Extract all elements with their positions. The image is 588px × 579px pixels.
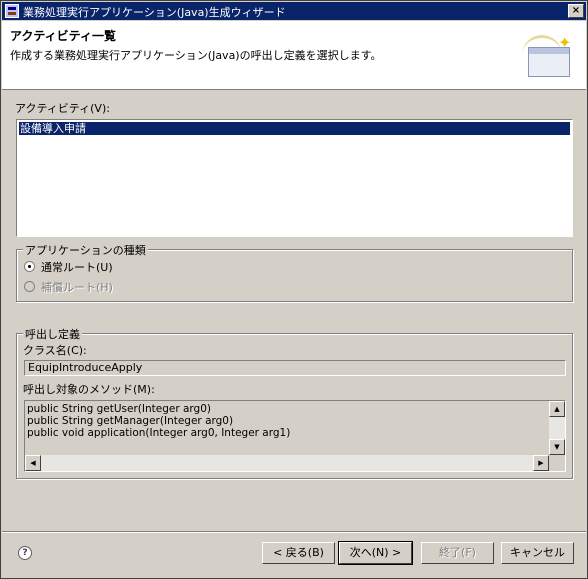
app-type-title: アプリケーションの種類: [23, 242, 148, 258]
method-line: public String getUser(Integer arg0): [27, 403, 211, 415]
class-name-label: クラス名(C):: [23, 344, 87, 357]
method-list[interactable]: public String getUser(Integer arg0) publ…: [24, 400, 566, 472]
scroll-corner: [549, 455, 565, 471]
page-description: 作成する業務処理実行アプリケーション(Java)の呼出し定義を選択します。: [10, 49, 382, 62]
normal-route-radio[interactable]: [24, 261, 35, 272]
wizard-window: 業務処理実行アプリケーション(Java)生成ウィザード × アクティビティ一覧 …: [0, 0, 588, 579]
class-name-field[interactable]: EquipIntroduceApply: [24, 360, 566, 376]
vertical-scrollbar[interactable]: ▲ ▼: [549, 401, 565, 455]
activity-label: アクティビティ(V):: [15, 102, 110, 115]
method-line: public void application(Integer arg0, In…: [27, 427, 291, 439]
activity-list[interactable]: 設備導入申請: [16, 119, 573, 237]
normal-route-label[interactable]: 通常ルート(U): [41, 259, 113, 275]
method-line: public String getManager(Integer arg0): [27, 415, 234, 427]
finish-button[interactable]: 終了(F): [421, 542, 494, 564]
compensation-route-radio[interactable]: [24, 281, 35, 292]
app-icon: [5, 4, 19, 18]
scroll-up-icon[interactable]: ▲: [549, 401, 565, 417]
close-button[interactable]: ×: [568, 4, 584, 18]
scroll-right-icon[interactable]: ▶: [533, 455, 549, 471]
back-button[interactable]: < 戻る(B): [262, 542, 335, 564]
next-button[interactable]: 次へ(N) >: [338, 541, 413, 565]
method-label: 呼出し対象のメソッド(M):: [23, 383, 155, 396]
help-icon[interactable]: ?: [18, 546, 32, 560]
title-bar: 業務処理実行アプリケーション(Java)生成ウィザード ×: [2, 2, 586, 20]
list-item[interactable]: 設備導入申請: [19, 122, 570, 135]
window-title: 業務処理実行アプリケーション(Java)生成ウィザード: [23, 6, 286, 19]
wizard-graphic-icon: ✦: [518, 25, 580, 83]
scroll-left-icon[interactable]: ◀: [25, 455, 41, 471]
page-title: アクティビティ一覧: [10, 29, 116, 43]
horizontal-scrollbar[interactable]: ◀ ▶: [25, 455, 549, 471]
cancel-button[interactable]: キャンセル: [501, 542, 574, 564]
scroll-down-icon[interactable]: ▼: [549, 439, 565, 455]
compensation-route-label: 補償ルート(H): [41, 281, 113, 294]
wizard-banner: アクティビティ一覧 作成する業務処理実行アプリケーション(Java)の呼出し定義…: [2, 21, 586, 90]
footer-separator: [2, 531, 586, 533]
call-definition-title: 呼出し定義: [23, 326, 82, 342]
